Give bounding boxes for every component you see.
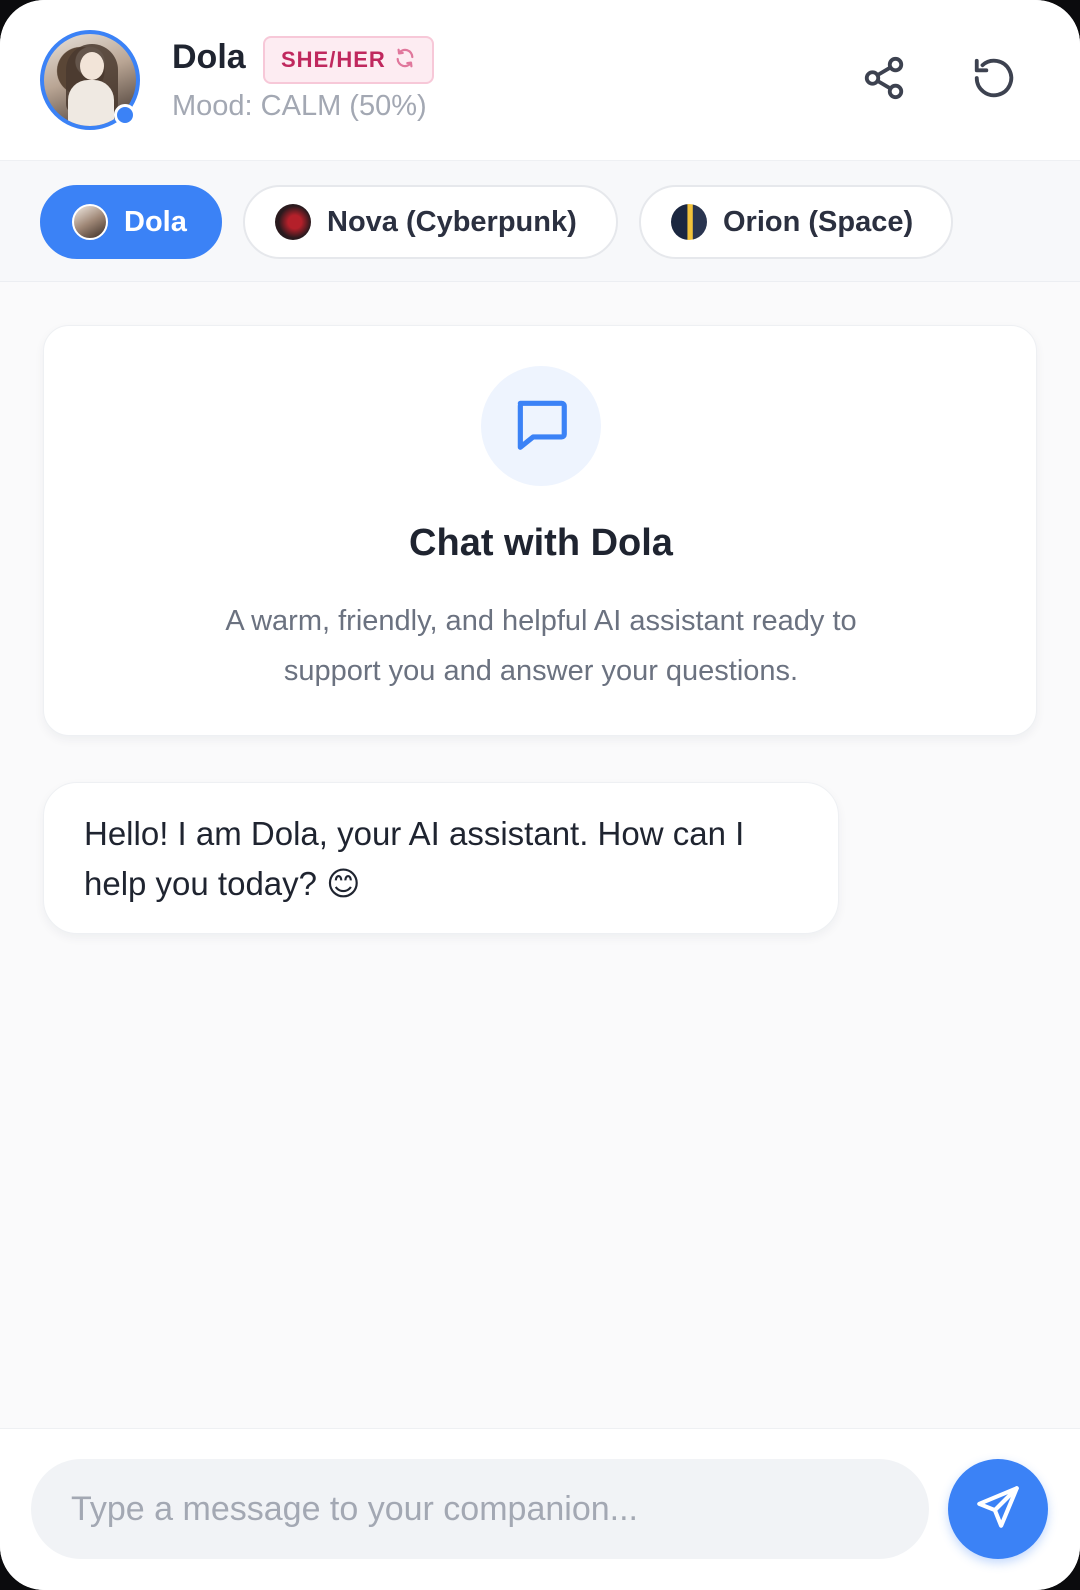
chat-app: Dola SHE/HER Mood: CALM (50%) Dola Nova … xyxy=(0,0,1080,1590)
tab-dola[interactable]: Dola xyxy=(40,185,222,259)
tab-avatar-orion xyxy=(671,204,707,240)
send-icon xyxy=(973,1482,1023,1537)
tab-label: Orion (Space) xyxy=(723,205,914,238)
message-input[interactable] xyxy=(31,1459,929,1559)
intro-description: A warm, friendly, and helpful AI assista… xyxy=(225,605,857,687)
mood-status: Mood: CALM (50%) xyxy=(172,90,427,122)
message-composer xyxy=(0,1428,1080,1590)
tab-label: Dola xyxy=(124,205,187,238)
tab-orion[interactable]: Orion (Space) xyxy=(639,185,953,259)
refresh-icon xyxy=(394,47,416,74)
share-icon xyxy=(861,55,907,106)
tab-nova[interactable]: Nova (Cyberpunk) xyxy=(243,185,618,259)
message-text: Hello! I am Dola, your AI assistant. How… xyxy=(84,815,745,902)
avatar-face xyxy=(80,52,104,80)
pronoun-label: SHE/HER xyxy=(281,47,386,72)
online-status-dot xyxy=(114,104,136,126)
intro-title: Chat with Dola xyxy=(409,522,673,564)
avatar-body xyxy=(68,80,114,126)
chat-header: Dola SHE/HER Mood: CALM (50%) xyxy=(0,0,1080,161)
share-button[interactable] xyxy=(856,52,912,108)
tab-label: Nova (Cyberpunk) xyxy=(327,205,577,238)
tab-avatar-dola xyxy=(72,204,108,240)
reset-icon xyxy=(971,55,1017,106)
intro-card: Chat with Dola A warm, friendly, and hel… xyxy=(43,325,1037,736)
intro-icon-circle xyxy=(481,366,601,486)
character-tabs: Dola Nova (Cyberpunk) Orion (Space) xyxy=(0,161,1080,282)
tab-avatar-nova xyxy=(275,204,311,240)
assistant-message: Hello! I am Dola, your AI assistant. How… xyxy=(43,782,839,934)
chat-bubble-icon xyxy=(510,393,572,460)
send-button[interactable] xyxy=(948,1459,1048,1559)
character-name: Dola xyxy=(172,38,246,76)
reset-button[interactable] xyxy=(966,52,1022,108)
pronoun-badge[interactable]: SHE/HER xyxy=(263,36,434,84)
